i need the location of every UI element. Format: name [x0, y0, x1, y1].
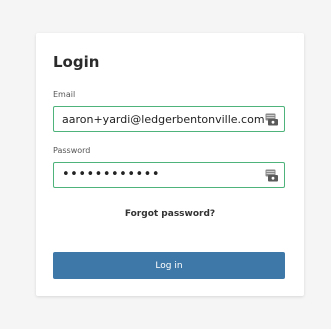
login-button[interactable]: Log in — [53, 252, 285, 279]
password-manager-icon[interactable] — [265, 113, 279, 126]
password-field[interactable]: •••••••••••• — [53, 162, 285, 188]
forgot-password-link[interactable]: Forgot password? — [36, 209, 304, 219]
password-manager-icon[interactable] — [265, 169, 279, 182]
password-value: •••••••••••• — [62, 167, 161, 182]
email-label: Email — [53, 90, 76, 99]
login-card: Login Email aaron+yardi@ledgerbentonvill… — [36, 33, 304, 296]
email-field[interactable]: aaron+yardi@ledgerbentonville.com — [53, 106, 285, 132]
password-label: Password — [53, 146, 91, 155]
page: Login Email aaron+yardi@ledgerbentonvill… — [0, 0, 331, 329]
email-value: aaron+yardi@ledgerbentonville.com — [62, 113, 265, 126]
page-title: Login — [53, 53, 100, 71]
